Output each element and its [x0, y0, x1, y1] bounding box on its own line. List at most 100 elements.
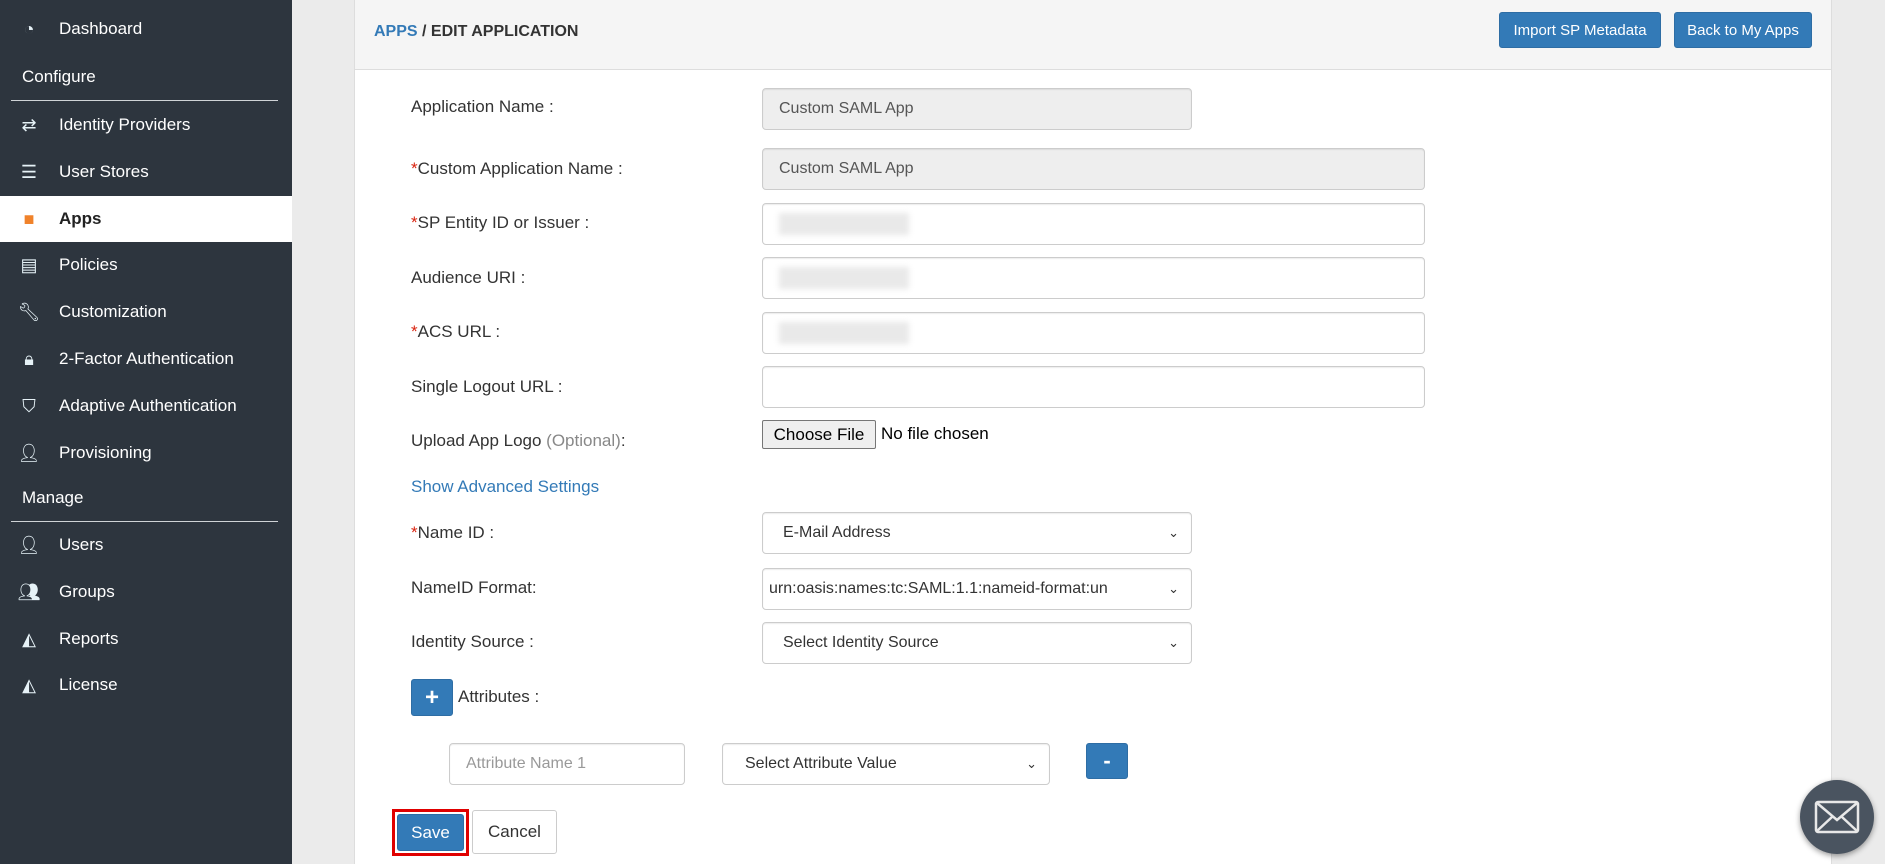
sidebar-item-dashboard[interactable]: ◔ Dashboard [0, 6, 292, 52]
redacted-value [779, 267, 909, 289]
nameid-format-select[interactable]: urn:oasis:names:tc:SAML:1.1:nameid-forma… [762, 568, 1192, 610]
cube-icon: ■ [23, 208, 35, 229]
sidebar-item-provisioning[interactable]: 👤︎ Provisioning [0, 430, 292, 476]
redacted-value [779, 322, 909, 344]
wrench-icon: 🔧︎ [17, 301, 41, 322]
user-icon: 👤︎ [17, 534, 41, 555]
add-attribute-button[interactable]: + [411, 679, 453, 716]
selected-value: urn:oasis:names:tc:SAML:1.1:nameid-forma… [769, 580, 1108, 597]
label-text: ACS URL : [417, 322, 501, 341]
selected-value: E-Mail Address [783, 524, 891, 541]
sidebar-item-license[interactable]: ◭ License [0, 662, 292, 708]
identity-source-label: Identity Source : [411, 632, 534, 651]
sidebar-item-label: Groups [59, 582, 115, 601]
upload-logo-label: Upload App Logo (Optional): [411, 431, 626, 451]
sidebar-item-label: Reports [59, 629, 119, 648]
chevron-down-icon: ⌄ [1026, 756, 1037, 771]
minus-icon: - [1103, 748, 1111, 773]
breadcrumb: APPS / EDIT APPLICATION [374, 23, 578, 41]
divider [11, 100, 278, 101]
edit-application-panel: APPS / EDIT APPLICATION Import SP Metada… [354, 0, 1832, 864]
show-advanced-settings-link[interactable]: Show Advanced Settings [411, 477, 599, 497]
sidebar-item-label: Dashboard [59, 19, 143, 38]
section-configure: Configure [22, 67, 96, 86]
exchange-icon: ⇄ [21, 114, 37, 135]
acs-url-input[interactable] [762, 312, 1425, 354]
sidebar-item-user-stores[interactable]: ☰ User Stores [0, 149, 292, 195]
lock-icon: 🔒︎ [24, 348, 34, 369]
user-icon: 👤︎ [17, 442, 41, 463]
remove-attribute-button[interactable]: - [1086, 743, 1128, 779]
label-colon: : [620, 431, 626, 450]
sidebar-item-label: Adaptive Authentication [59, 396, 237, 415]
chevron-down-icon: ⌄ [1168, 635, 1179, 650]
audience-uri-label: Audience URI : [411, 268, 526, 287]
sidebar-item-label: User Stores [59, 162, 149, 181]
sidebar-item-label: Users [59, 535, 104, 554]
sidebar-item-label: Policies [59, 255, 118, 274]
sidebar-item-users[interactable]: 👤︎ Users [0, 522, 292, 568]
label-text: Name ID : [417, 523, 495, 542]
sidebar-item-policies[interactable]: ▤ Policies [0, 242, 292, 288]
required-mark: * [411, 523, 418, 542]
required-mark: * [411, 213, 418, 232]
database-icon: ☰ [20, 161, 38, 182]
sidebar-item-identity-providers[interactable]: ⇄ Identity Providers [0, 102, 292, 148]
breadcrumb-apps-link[interactable]: APPS [374, 23, 418, 40]
sidebar-item-label: 2-Factor Authentication [59, 349, 234, 368]
app-name-label: Application Name : [411, 97, 554, 116]
required-mark: * [411, 322, 418, 341]
acs-url-label: *ACS URL : [411, 322, 500, 342]
sidebar: ◔ Dashboard Configure ⇄ Identity Providers… [0, 0, 292, 864]
plus-icon: + [424, 683, 439, 711]
attribute-value-select[interactable]: Select Attribute Value ⌄ [722, 743, 1050, 785]
selected-value: Select Attribute Value [745, 755, 897, 772]
area-chart-icon: ◭ [22, 674, 36, 695]
single-logout-url-input[interactable] [762, 366, 1425, 408]
sidebar-item-2fa[interactable]: 🔒︎ 2-Factor Authentication [0, 336, 292, 382]
breadcrumb-separator: / [417, 23, 431, 40]
sidebar-item-apps[interactable]: ■ Apps [0, 196, 292, 242]
page-title: EDIT APPLICATION [430, 23, 579, 40]
area-chart-icon: ◭ [22, 628, 36, 649]
save-button[interactable]: Save [397, 814, 464, 851]
app-name-input[interactable]: Custom SAML App [762, 88, 1192, 130]
sidebar-item-groups[interactable]: 👥︎ Groups [0, 569, 292, 615]
label-text: Upload App Logo [411, 431, 547, 450]
contact-mail-button[interactable] [1800, 780, 1874, 854]
users-icon: 👥︎ [17, 581, 41, 602]
redacted-value [779, 213, 909, 235]
sidebar-item-label: Identity Providers [59, 115, 191, 134]
import-sp-metadata-button[interactable]: Import SP Metadata [1499, 12, 1661, 48]
sidebar-item-label: License [59, 675, 118, 694]
sidebar-item-adaptive-authentication[interactable]: ⛉ Adaptive Authentication [0, 383, 292, 429]
name-id-label: *Name ID : [411, 523, 494, 543]
custom-app-name-input[interactable]: Custom SAML App [762, 148, 1425, 190]
label-text: Custom Application Name : [417, 159, 623, 178]
sidebar-item-customization[interactable]: 🔧︎ Customization [0, 289, 292, 335]
name-id-select[interactable]: E-Mail Address ⌄ [762, 512, 1192, 554]
panel-header: APPS / EDIT APPLICATION Import SP Metada… [355, 0, 1831, 70]
audience-uri-input[interactable] [762, 257, 1425, 299]
optional-text: (Optional) [546, 431, 621, 450]
file-status: No file chosen [881, 424, 989, 443]
nameid-format-label: NameID Format: [411, 578, 537, 597]
choose-file-button[interactable]: Choose File [762, 420, 876, 449]
cancel-button[interactable]: Cancel [472, 810, 557, 854]
custom-app-name-label: *Custom Application Name : [411, 159, 623, 179]
sp-entity-id-input[interactable] [762, 203, 1425, 245]
attribute-name-input[interactable]: Attribute Name 1 [449, 743, 685, 785]
sidebar-item-reports[interactable]: ◭ Reports [0, 616, 292, 662]
chevron-down-icon: ⌄ [1168, 525, 1179, 540]
sidebar-item-label: Provisioning [59, 443, 152, 462]
single-logout-url-label: Single Logout URL : [411, 377, 563, 396]
document-icon: ▤ [20, 254, 38, 275]
identity-source-select[interactable]: Select Identity Source ⌄ [762, 622, 1192, 664]
sidebar-item-label: Apps [59, 209, 102, 228]
envelope-icon [1814, 800, 1860, 834]
chevron-down-icon: ⌄ [1168, 581, 1179, 596]
shield-icon: ⛉ [22, 395, 36, 416]
back-to-my-apps-button[interactable]: Back to My Apps [1674, 12, 1812, 48]
sp-entity-id-label: *SP Entity ID or Issuer : [411, 213, 589, 233]
dashboard-icon: ◔ [23, 18, 35, 39]
